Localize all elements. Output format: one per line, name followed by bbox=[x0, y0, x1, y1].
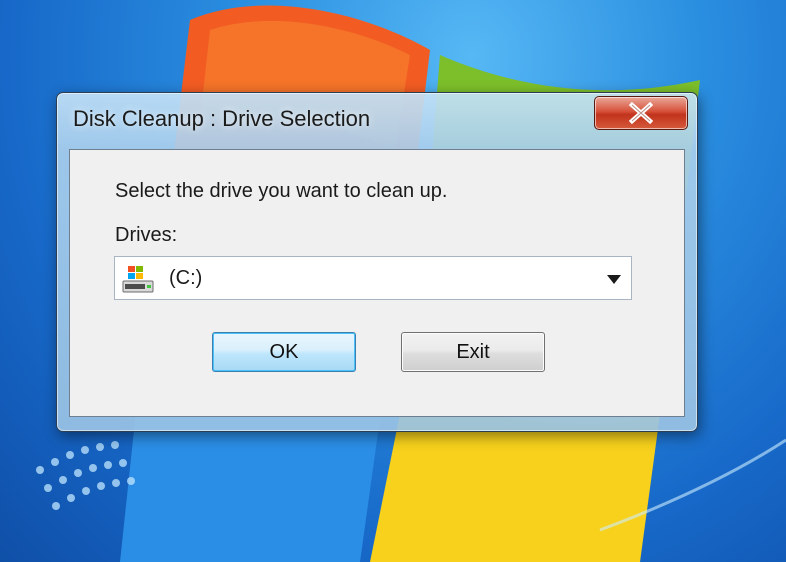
close-button[interactable] bbox=[594, 96, 688, 130]
title-bar[interactable]: Disk Cleanup : Drive Selection bbox=[57, 93, 697, 143]
instruction-text: Select the drive you want to clean up. bbox=[115, 180, 448, 202]
close-x-icon bbox=[628, 102, 654, 124]
selected-drive-value: (C:) bbox=[169, 267, 203, 289]
drive-select-dropdown[interactable]: (C:) bbox=[114, 256, 632, 300]
dialog-client-area: Select the drive you want to clean up. D… bbox=[69, 149, 685, 417]
disk-cleanup-dialog: Disk Cleanup : Drive Selection Select th… bbox=[56, 92, 698, 432]
drives-label: Drives: bbox=[115, 224, 178, 246]
exit-button[interactable]: Exit bbox=[401, 332, 545, 372]
windows-drive-icon bbox=[122, 266, 154, 293]
chevron-down-icon[interactable] bbox=[607, 275, 621, 284]
ok-button[interactable]: OK bbox=[212, 332, 356, 372]
window-title: Disk Cleanup : Drive Selection bbox=[73, 106, 371, 131]
